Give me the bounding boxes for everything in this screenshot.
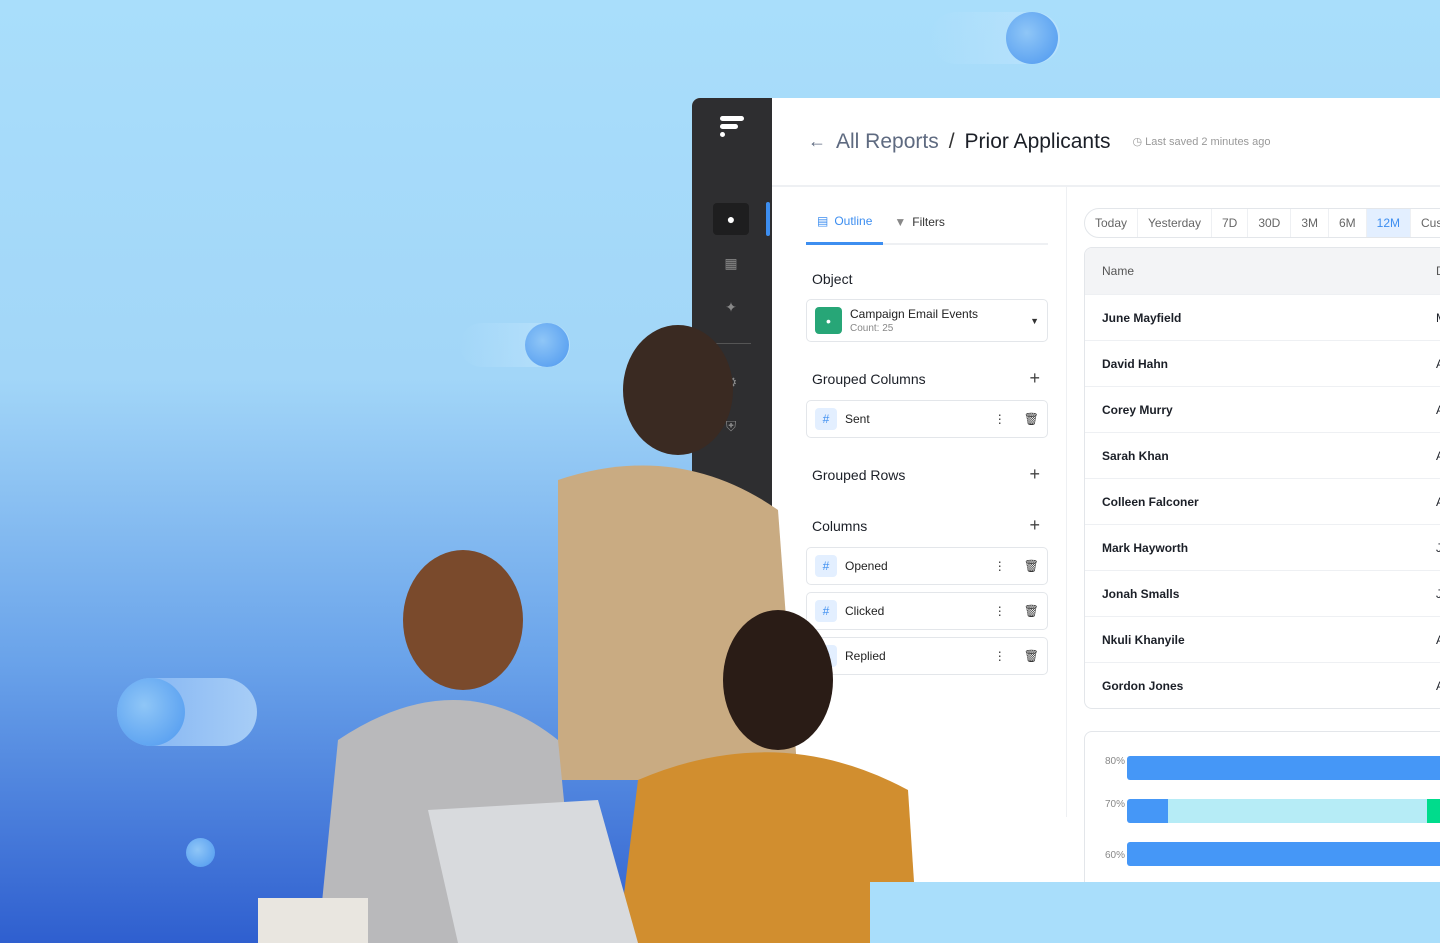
person-head [623,325,733,455]
last-saved-text: Last saved 2 minutes ago [1145,136,1271,148]
more-icon[interactable]: ⋮ [994,559,1006,573]
tab-label: Outline [834,214,873,228]
range-option[interactable]: 6M [1329,209,1367,237]
table-row[interactable]: Mark Hayworth J [1085,524,1440,570]
y-tick-label: 80% [1105,756,1126,767]
cell-name: Corey Murry [1102,402,1173,417]
bar-row [1127,799,1440,823]
cell-name: Sarah Khan [1102,448,1169,463]
trash-icon[interactable]: 🗑 [1024,649,1039,663]
cell-name: Colleen Falconer [1102,494,1199,509]
cell-value: A [1436,679,1440,693]
cell-value: J [1436,541,1440,555]
decor-blob [186,838,215,867]
object-name: Campaign Email Events [850,307,979,321]
range-option[interactable]: 12M [1366,209,1412,237]
cell-name: Mark Hayworth [1102,540,1189,555]
table-row[interactable]: Gordon Jones A [1085,662,1440,708]
cell-value: A [1436,449,1440,463]
chevron-down-icon: ▼ [1030,315,1039,326]
range-option[interactable]: Cus [1411,209,1440,237]
cell-value: M [1436,311,1440,325]
cell-name: David Hahn [1102,356,1169,371]
cell-name: June Mayfield [1102,310,1182,325]
filter-icon: ▼ [894,215,907,229]
clock-icon: ◷ [1132,136,1146,148]
bar-segment [1127,842,1440,866]
y-tick-label: 60% [1105,850,1126,861]
decor-blob [1006,12,1058,64]
range-option[interactable]: 7D [1212,209,1249,237]
team-photo [258,325,918,943]
range-option[interactable]: Today [1085,209,1139,237]
table-row[interactable]: Nkuli Khanyile A [1085,616,1440,662]
tab-outline[interactable]: ▤ Outline [806,214,884,245]
laptop [428,800,638,943]
cell-name: Nkuli Khanyile [1102,632,1185,647]
section-label: Object [812,271,853,287]
breadcrumb-separator: / [948,129,955,153]
page-title: Prior Applicants [964,129,1111,153]
cell-value: A [1436,357,1440,371]
outline-icon: ▤ [817,214,829,228]
active-indicator [766,202,770,236]
bar-segment [1127,756,1440,780]
breadcrumb-all-reports[interactable]: All Reports [836,130,939,154]
person-head [403,550,523,690]
cell-name: Jonah Smalls [1102,586,1180,601]
table-row[interactable]: Sarah Khan A [1085,432,1440,478]
table-surface [258,898,368,943]
user-search-icon[interactable]: ● [713,203,749,235]
object-heading: Object [806,271,1048,287]
person-head [723,610,833,750]
results-table: NameDJune MayfieldMDavid HahnACorey Murr… [1084,247,1440,709]
cell-value: J [1436,587,1440,601]
trash-icon[interactable]: 🗑 [1024,412,1039,426]
table-row[interactable]: June Mayfield M [1085,294,1440,340]
cell-name: Gordon Jones [1102,678,1184,693]
cell-value: A [1436,633,1440,647]
add-grouped-column-button[interactable]: + [1029,368,1040,389]
breadcrumb: ← All Reports / Prior Applicants ◷ Last … [772,98,1440,187]
more-icon[interactable]: ⋮ [994,412,1006,426]
table-header: Name D [1085,248,1440,294]
last-saved-status: ◷ Last saved 2 minutes ago [1132,135,1270,148]
table-row[interactable]: Corey Murry A [1085,386,1440,432]
add-column-button[interactable]: + [1029,515,1040,536]
table-row[interactable]: Colleen Falconer A [1085,478,1440,524]
report-panel: TodayYesterday7D30D3M6M12MCus Name D June … [1084,187,1440,882]
chart-icon[interactable]: ▦ [713,247,749,279]
more-icon[interactable]: ⋮ [994,649,1006,663]
range-option[interactable]: 30D [1248,209,1292,237]
add-grouped-row-button[interactable]: + [1029,464,1040,485]
tab-label: Filters [912,215,945,229]
range-option[interactable]: 3M [1291,209,1329,237]
range-option[interactable]: Yesterday [1138,209,1212,237]
tab-filters[interactable]: ▼ Filters [883,215,956,243]
cell-value: A [1436,495,1440,509]
sparkles-icon[interactable]: ✦ [713,291,749,323]
y-tick-label: 70% [1105,799,1126,810]
bar-segment [1127,799,1168,823]
table-row[interactable]: Jonah Smalls J [1085,570,1440,616]
bar-row [1127,842,1440,866]
cell-name: Name [1102,264,1135,278]
cell-value: D [1436,264,1440,278]
decor-blob [117,678,185,746]
date-range-selector: TodayYesterday7D30D3M6M12MCus [1084,208,1440,238]
table-row[interactable]: David Hahn A [1085,340,1440,386]
trash-icon[interactable]: 🗑 [1024,604,1039,618]
panel-divider [1066,187,1067,817]
bar-chart: 80% 70% 60% [1084,731,1440,882]
back-arrow-icon[interactable]: ← [808,131,826,152]
cell-value: A [1436,403,1440,417]
trash-icon[interactable]: 🗑 [1024,559,1039,573]
more-icon[interactable]: ⋮ [994,604,1006,618]
bar-segment [1167,799,1428,823]
decor-panel [870,882,1440,943]
bar-row [1127,756,1440,780]
bar-segment [1427,799,1440,823]
logo-icon [720,116,744,140]
